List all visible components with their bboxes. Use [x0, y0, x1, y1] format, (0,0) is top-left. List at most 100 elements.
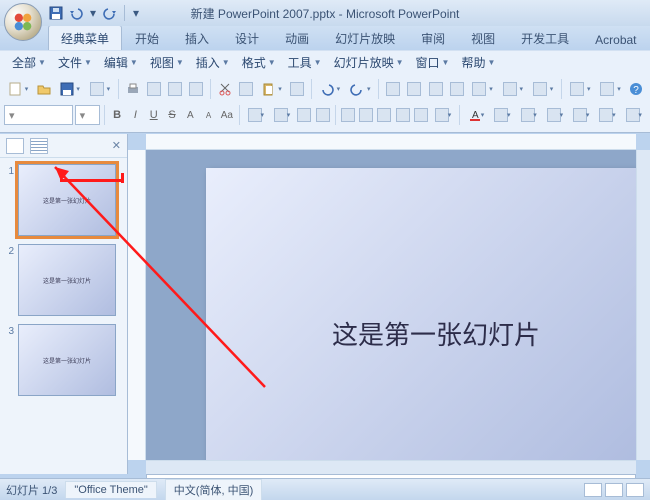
qat-customize-icon[interactable]: ▾ [131, 5, 141, 21]
chart-button[interactable] [405, 78, 424, 100]
shapes-button[interactable] [468, 78, 496, 100]
zoom-button[interactable] [566, 78, 594, 100]
menu-format[interactable]: 格式▼ [236, 51, 282, 74]
table-button[interactable] [383, 78, 402, 100]
font-size-combo[interactable]: ▾ [75, 105, 101, 125]
tab-slideshow[interactable]: 幻灯片放映 [322, 25, 408, 50]
list-item[interactable]: 1 这是第一张幻灯片 [4, 164, 123, 236]
normal-view-icon[interactable] [584, 483, 602, 497]
outline-tab-icon[interactable] [30, 138, 48, 154]
effects-button[interactable] [595, 104, 619, 126]
justify-button[interactable] [394, 104, 410, 126]
list-item[interactable]: 2 这是第一张幻灯片 [4, 244, 123, 316]
font-name-combo[interactable]: ▾ [4, 105, 73, 125]
undo-button[interactable] [316, 78, 344, 100]
toolbar-row-2: ▾ ▾ B I U S A A Aa A [4, 102, 646, 128]
thumbnail-1[interactable]: 这是第一张幻灯片 [18, 164, 116, 236]
thumbnail-2[interactable]: 这是第一张幻灯片 [18, 244, 116, 316]
slide-canvas-area: 这是第一张幻灯片 [128, 134, 650, 474]
slide-title-text[interactable]: 这是第一张幻灯片 [332, 315, 540, 352]
language-label[interactable]: 中文(简体, 中国) [165, 479, 262, 500]
tab-developer[interactable]: 开发工具 [508, 25, 582, 50]
research-button[interactable] [187, 78, 206, 100]
numbering-button[interactable] [270, 104, 294, 126]
align-center-button[interactable] [358, 104, 374, 126]
redo-button[interactable] [346, 78, 374, 100]
menu-window[interactable]: 窗口▼ [410, 51, 456, 74]
tab-design[interactable]: 设计 [222, 25, 272, 50]
indent-dec-button[interactable] [296, 104, 312, 126]
tab-classic-menu[interactable]: 经典菜单 [48, 25, 122, 50]
tab-review[interactable]: 审阅 [408, 25, 458, 50]
slide-canvas[interactable]: 这是第一张幻灯片 [146, 150, 636, 460]
change-case-button[interactable]: Aa [219, 104, 235, 126]
newslide-button[interactable] [529, 78, 557, 100]
strike-button[interactable]: S [164, 104, 180, 126]
print-button[interactable] [123, 78, 142, 100]
underline-button[interactable]: U [146, 104, 162, 126]
line-spacing-button[interactable] [431, 104, 455, 126]
office-button[interactable] [4, 3, 42, 41]
menu-slideshow[interactable]: 幻灯片放映▼ [328, 51, 410, 74]
menu-all[interactable]: 全部▼ [6, 51, 52, 74]
quickstyle-button[interactable] [569, 104, 593, 126]
save-button[interactable] [56, 78, 84, 100]
menu-insert[interactable]: 插入▼ [190, 51, 236, 74]
menu-edit[interactable]: 编辑▼ [98, 51, 144, 74]
spell-button[interactable] [166, 78, 185, 100]
line-color-button[interactable] [517, 104, 541, 126]
grow-font-button[interactable]: A [182, 104, 198, 126]
design-button[interactable] [622, 104, 646, 126]
current-slide[interactable]: 这是第一张幻灯片 [206, 168, 636, 460]
cut-button[interactable] [215, 78, 234, 100]
tab-view[interactable]: 视图 [458, 25, 508, 50]
tab-insert[interactable]: 插入 [172, 25, 222, 50]
title-bar: ▾ ▾ 新建 PowerPoint 2007.pptx - Microsoft … [0, 0, 650, 26]
link-button[interactable] [426, 78, 445, 100]
sorter-view-icon[interactable] [605, 483, 623, 497]
action-button[interactable] [499, 78, 527, 100]
thumbnail-3[interactable]: 这是第一张幻灯片 [18, 324, 116, 396]
menu-file[interactable]: 文件▼ [52, 51, 98, 74]
bold-button[interactable]: B [109, 104, 125, 126]
help-icon[interactable]: ? [627, 78, 646, 100]
italic-button[interactable]: I [127, 104, 143, 126]
copy-button[interactable] [236, 78, 255, 100]
tab-home[interactable]: 开始 [122, 25, 172, 50]
tab-acrobat[interactable]: Acrobat [582, 28, 649, 50]
paste-button[interactable] [257, 78, 285, 100]
color-button[interactable] [596, 78, 624, 100]
qat-separator [124, 5, 125, 21]
savepdf-button[interactable] [86, 78, 114, 100]
theme-label[interactable]: "Office Theme" [65, 481, 156, 498]
align-right-button[interactable] [376, 104, 392, 126]
format-painter-button[interactable] [288, 78, 307, 100]
arrange-button[interactable] [543, 104, 567, 126]
save-icon[interactable] [48, 5, 64, 21]
vertical-scrollbar[interactable] [636, 150, 650, 460]
slides-tab-icon[interactable] [6, 138, 24, 154]
tab-animations[interactable]: 动画 [272, 25, 322, 50]
fill-color-button[interactable] [490, 104, 514, 126]
slideshow-view-icon[interactable] [626, 483, 644, 497]
shrink-font-button[interactable]: A [200, 104, 216, 126]
undo-dropdown-icon[interactable]: ▾ [88, 5, 98, 21]
align-left-button[interactable] [340, 104, 356, 126]
font-color-button[interactable]: A [464, 104, 488, 126]
open-button[interactable] [34, 78, 53, 100]
list-item[interactable]: 3 这是第一张幻灯片 [4, 324, 123, 396]
menu-tools[interactable]: 工具▼ [282, 51, 328, 74]
print-preview-button[interactable] [144, 78, 163, 100]
panel-close-icon[interactable]: ✕ [112, 139, 121, 152]
new-button[interactable] [4, 78, 32, 100]
menu-view[interactable]: 视图▼ [144, 51, 190, 74]
slide-thumbnails: 1 这是第一张幻灯片 2 这是第一张幻灯片 3 这是第一张幻灯片 [0, 158, 127, 474]
columns-button[interactable] [413, 104, 429, 126]
bullets-button[interactable] [244, 104, 268, 126]
redo-icon[interactable] [102, 5, 118, 21]
undo-icon[interactable] [68, 5, 84, 21]
indent-inc-button[interactable] [315, 104, 331, 126]
horizontal-scrollbar[interactable] [146, 460, 636, 474]
textbox-button[interactable] [447, 78, 466, 100]
menu-help[interactable]: 帮助▼ [455, 51, 501, 74]
